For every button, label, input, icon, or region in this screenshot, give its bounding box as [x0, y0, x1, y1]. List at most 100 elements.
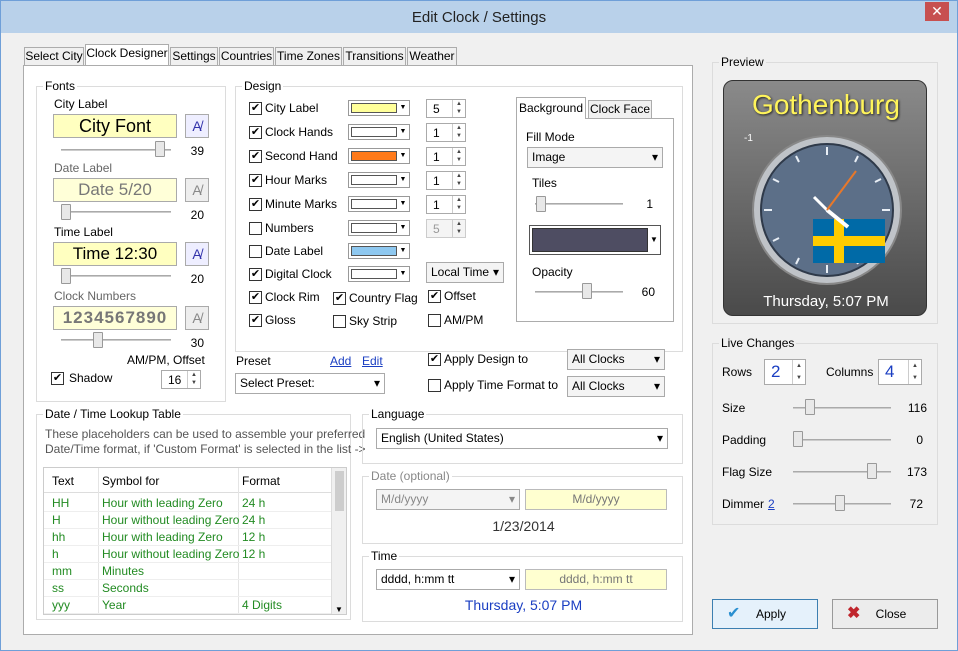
- numbers-font-slider[interactable]: [61, 339, 171, 341]
- tab-clock-designer[interactable]: Clock Designer: [85, 44, 169, 65]
- opacity-slider[interactable]: [535, 291, 623, 293]
- dimmer-link[interactable]: 2: [768, 497, 775, 511]
- time-font-slider-thumb[interactable]: [61, 268, 71, 284]
- city-label-style-stepper[interactable]: 5 ▲ ▼: [426, 99, 466, 118]
- city-label-style-value: 5: [433, 102, 440, 116]
- background-color-picker[interactable]: ▼: [529, 225, 661, 255]
- country-flag-checkbox[interactable]: [333, 292, 346, 305]
- minute-marks-checkbox[interactable]: [249, 198, 262, 211]
- tab-weather[interactable]: Weather: [407, 47, 457, 65]
- second-hand-color-picker[interactable]: ▼: [348, 148, 410, 164]
- time-font-slider[interactable]: [61, 275, 171, 277]
- language-select[interactable]: English (United States): [376, 428, 668, 449]
- date-group-title: Date (optional): [369, 469, 452, 483]
- lookup-cell: 24 h: [242, 496, 266, 510]
- shadow-stepper[interactable]: 16 ▲ ▼: [161, 370, 201, 389]
- numbers-style-stepper[interactable]: 5 ▲ ▼: [426, 219, 466, 238]
- numbers-checkbox[interactable]: [249, 222, 262, 235]
- minute-marks-color-picker[interactable]: ▼: [348, 196, 410, 212]
- clock-hands-checkbox[interactable]: [249, 126, 262, 139]
- lookup-scrollbar[interactable]: ▼: [331, 468, 346, 614]
- opacity-slider-thumb[interactable]: [582, 283, 592, 299]
- digital-clock-color-picker[interactable]: ▼: [348, 266, 410, 282]
- preset-select[interactable]: Select Preset:: [235, 373, 385, 394]
- numbers-font-preview: 1234567890: [53, 306, 177, 330]
- lookup-desc-2: Date/Time format, if 'Custom Format' is …: [45, 442, 366, 456]
- clock-hands-color-picker[interactable]: ▼: [348, 124, 410, 140]
- size-slider-thumb[interactable]: [805, 399, 815, 415]
- padding-slider-thumb[interactable]: [793, 431, 803, 447]
- tab-clock-face[interactable]: Clock Face: [588, 100, 652, 119]
- date-format-select[interactable]: M/d/yyyy: [376, 489, 520, 510]
- table-row[interactable]: [44, 528, 334, 529]
- apply-time-select[interactable]: All Clocks: [567, 376, 665, 397]
- apply-button[interactable]: ✔ Apply: [712, 599, 818, 629]
- apply-design-checkbox[interactable]: [428, 353, 441, 366]
- hour-marks-checkbox[interactable]: [249, 174, 262, 187]
- padding-slider[interactable]: [793, 439, 891, 441]
- tab-background[interactable]: Background: [516, 97, 586, 119]
- table-row[interactable]: [44, 579, 334, 580]
- dimmer-slider-thumb[interactable]: [835, 495, 845, 511]
- apply-design-select[interactable]: All Clocks: [567, 349, 665, 370]
- city-label-checkbox[interactable]: [249, 102, 262, 115]
- clock-hands-style-stepper[interactable]: 1 ▲ ▼: [426, 123, 466, 142]
- date-format-input[interactable]: M/d/yyyy: [525, 489, 667, 510]
- hour-marks-style-stepper[interactable]: 1 ▲ ▼: [426, 171, 466, 190]
- rows-value: 2: [771, 362, 781, 381]
- ampm-checkbox[interactable]: [428, 314, 441, 327]
- numbers-color-picker[interactable]: ▼: [348, 220, 410, 236]
- gloss-checkbox[interactable]: [249, 314, 262, 327]
- numbers-font-slider-thumb[interactable]: [93, 332, 103, 348]
- numbers-font-button[interactable]: A̸: [185, 306, 209, 330]
- rows-stepper[interactable]: 2 ▲ ▼: [764, 359, 806, 385]
- tab-time-zones[interactable]: Time Zones: [275, 47, 342, 65]
- date-label-checkbox[interactable]: [249, 245, 262, 258]
- city-font-slider-thumb[interactable]: [155, 141, 165, 157]
- padding-value: 0: [916, 433, 923, 447]
- date-font-preview: Date 5/20: [53, 178, 177, 202]
- local-time-select[interactable]: Local Time: [426, 262, 504, 283]
- digital-clock-checkbox[interactable]: [249, 268, 262, 281]
- table-row[interactable]: [44, 511, 334, 512]
- preset-edit-link[interactable]: Edit: [362, 354, 383, 368]
- table-row[interactable]: [44, 596, 334, 597]
- offset-checkbox[interactable]: [428, 290, 441, 303]
- date-font-slider-thumb[interactable]: [61, 204, 71, 220]
- tiles-slider-thumb[interactable]: [536, 196, 546, 212]
- lookup-cell: ss: [52, 581, 64, 595]
- table-row[interactable]: [44, 562, 334, 563]
- clock-rim-checkbox[interactable]: [249, 291, 262, 304]
- second-hand-checkbox[interactable]: [249, 150, 262, 163]
- table-row[interactable]: [44, 613, 334, 614]
- second-hand-style-stepper[interactable]: 1 ▲ ▼: [426, 147, 466, 166]
- date-font-button[interactable]: A̸: [185, 178, 209, 202]
- city-font-button[interactable]: A̸: [185, 114, 209, 138]
- tab-countries[interactable]: Countries: [219, 47, 274, 65]
- apply-time-checkbox[interactable]: [428, 379, 441, 392]
- columns-stepper[interactable]: 4 ▲ ▼: [878, 359, 922, 385]
- tab-transitions[interactable]: Transitions: [343, 47, 406, 65]
- date-font-slider[interactable]: [61, 211, 171, 213]
- clock-hands-color: [351, 127, 397, 137]
- time-format-select[interactable]: dddd, h:mm tt: [376, 569, 520, 590]
- date-label-color-picker[interactable]: ▼: [348, 243, 410, 259]
- window-close-button[interactable]: ✕: [925, 2, 949, 21]
- time-font-button[interactable]: A̸: [185, 242, 209, 266]
- tiles-slider[interactable]: [535, 203, 623, 205]
- sky-strip-checkbox[interactable]: [333, 315, 346, 328]
- preset-add-link[interactable]: Add: [330, 354, 351, 368]
- tab-settings[interactable]: Settings: [170, 47, 218, 65]
- time-format-input[interactable]: dddd, h:mm tt: [525, 569, 667, 590]
- table-row[interactable]: [44, 545, 334, 546]
- close-button[interactable]: ✖ Close: [832, 599, 938, 629]
- minute-marks-style-stepper[interactable]: 1 ▲ ▼: [426, 195, 466, 214]
- language-group: Language English (United States): [362, 407, 683, 464]
- fill-mode-select[interactable]: Image: [527, 147, 663, 168]
- shadow-checkbox[interactable]: [51, 372, 64, 385]
- tab-select-city[interactable]: Select City: [24, 47, 84, 65]
- lookup-header-2: Format: [242, 474, 281, 488]
- flag-size-slider-thumb[interactable]: [867, 463, 877, 479]
- hour-marks-color-picker[interactable]: ▼: [348, 172, 410, 188]
- city-label-color-picker[interactable]: ▼: [348, 100, 410, 116]
